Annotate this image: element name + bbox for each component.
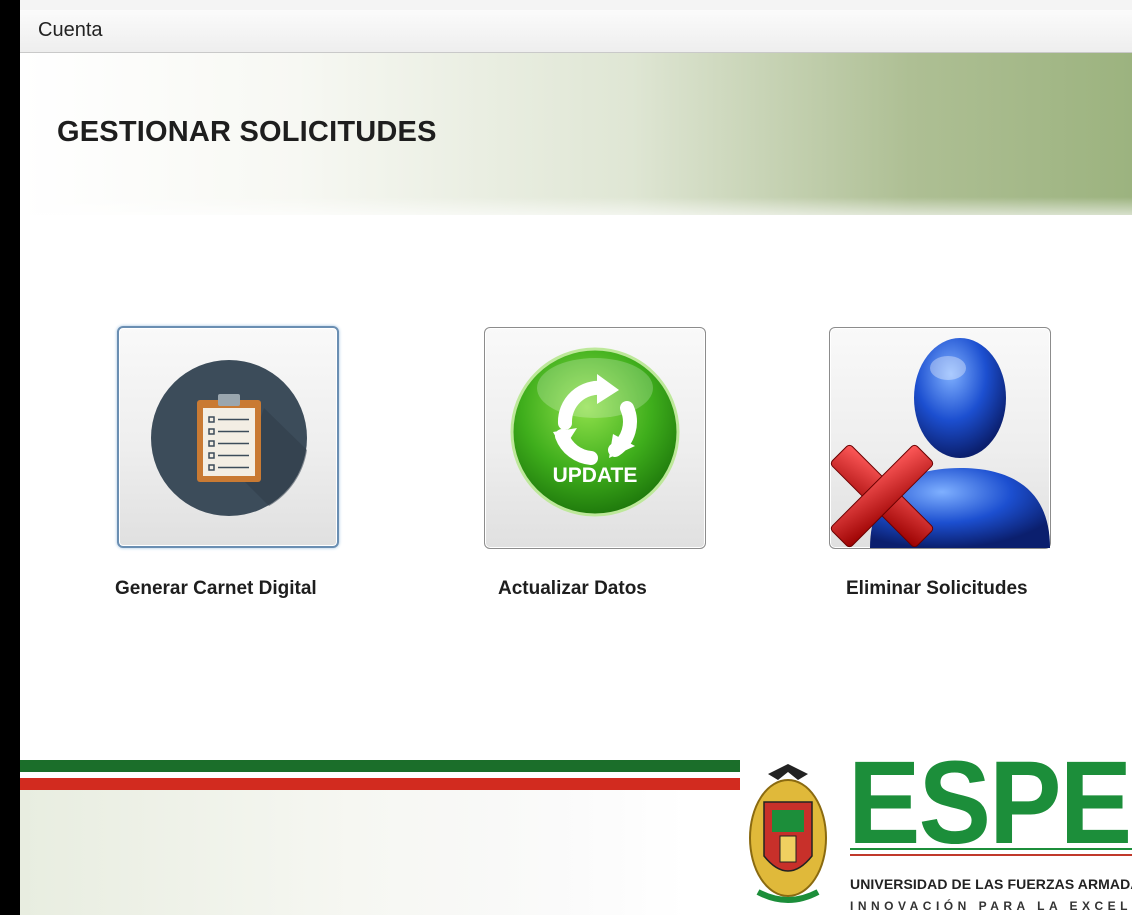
- logo-red-rule: [850, 854, 1132, 856]
- menu-item-cuenta[interactable]: Cuenta: [38, 19, 103, 42]
- actualizar-datos-button[interactable]: UPDATE: [484, 327, 706, 549]
- clipboard-icon: [151, 360, 307, 516]
- window-left-edge: [0, 0, 20, 915]
- page-title: GESTIONAR SOLICITUDES: [57, 116, 437, 148]
- footer-red-stripe: [20, 778, 740, 790]
- update-icon: UPDATE: [510, 347, 680, 517]
- delete-user-icon: [830, 338, 1050, 548]
- logo-green-rule: [850, 848, 1132, 850]
- espe-logo: ESPE UNIVERSIDAD DE LAS FUERZAS ARMADAS …: [738, 744, 1132, 915]
- university-tagline: INNOVACIÓN PARA LA EXCELENCIA: [850, 899, 1132, 913]
- eliminar-solicitudes-button[interactable]: [829, 327, 1051, 549]
- top-strip: [20, 0, 1132, 10]
- app-window: Cuenta GESTIONAR SOLICITUDES Generar Car…: [20, 0, 1132, 915]
- eliminar-solicitudes-label: Eliminar Solicitudes: [846, 578, 1028, 599]
- actualizar-datos-label: Actualizar Datos: [498, 578, 647, 599]
- generar-carnet-button[interactable]: [117, 326, 339, 548]
- coat-of-arms-icon: [749, 764, 827, 903]
- menubar: Cuenta: [20, 10, 1132, 53]
- espe-logo-text: ESPE: [848, 737, 1132, 869]
- footer-green-stripe: [20, 760, 740, 772]
- generar-carnet-label: Generar Carnet Digital: [115, 578, 317, 599]
- university-name: UNIVERSIDAD DE LAS FUERZAS ARMADAS: [850, 876, 1132, 892]
- update-icon-text: UPDATE: [553, 464, 638, 487]
